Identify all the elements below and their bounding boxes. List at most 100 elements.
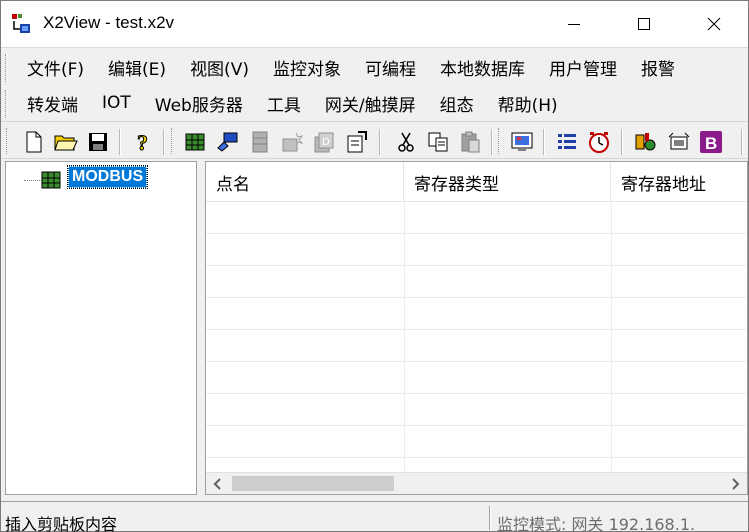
status-bar: 插入剪贴板内容 监控模式: 网关 192.168.1. (1, 501, 748, 532)
chevron-left-icon (213, 477, 221, 490)
table-row (206, 394, 747, 426)
new-file-icon (26, 131, 42, 153)
properties-icon (347, 131, 367, 153)
toolbar-separator (379, 129, 381, 155)
tree-node-modbus[interactable]: MODBUS (66, 165, 149, 189)
device-spark-icon (282, 132, 303, 152)
config-button[interactable] (666, 129, 692, 155)
title-bar: X2View - test.x2v (1, 1, 748, 47)
maximize-button[interactable] (609, 1, 679, 47)
toolbar-grip[interactable] (171, 128, 174, 154)
menu-alarm[interactable]: 报警 (629, 55, 687, 80)
menu-programmable[interactable]: 可编程 (353, 55, 428, 80)
menu-help[interactable]: 帮助(H) (486, 91, 570, 116)
svg-text:?: ? (137, 131, 148, 153)
status-message: 插入剪贴板内容 (5, 515, 118, 532)
column-header-point-name[interactable]: 点名 (206, 162, 404, 202)
table-row (206, 426, 747, 458)
device-tree[interactable]: MODBUS (5, 161, 197, 495)
tools-button[interactable] (633, 129, 659, 155)
modbus-device-icon (40, 170, 62, 190)
maximize-icon (638, 18, 650, 30)
device-spark-button[interactable] (279, 129, 305, 155)
table-row (206, 330, 747, 362)
status-divider (489, 506, 491, 530)
cut-icon (398, 132, 414, 152)
monitor-icon (511, 132, 533, 151)
paste-button[interactable] (457, 129, 483, 155)
help-button[interactable]: ? (131, 129, 157, 155)
menu-forwarder[interactable]: 转发端 (15, 91, 90, 116)
scroll-left-button[interactable] (206, 473, 230, 494)
menu-file[interactable]: 文件(F) (15, 55, 96, 80)
horizontal-scrollbar[interactable] (206, 472, 747, 494)
device-button[interactable] (247, 129, 273, 155)
menu-gateway-touchscreen[interactable]: 网关/触摸屏 (313, 91, 428, 116)
toolbar-separator (163, 129, 165, 155)
toolbar-separator (119, 129, 121, 155)
cut-button[interactable] (393, 129, 419, 155)
clock-icon (589, 132, 609, 153)
menu-view[interactable]: 视图(V) (178, 55, 261, 80)
minimize-button[interactable] (539, 1, 609, 47)
scroll-thumb[interactable] (232, 476, 394, 491)
grid-column-line (611, 202, 612, 472)
bold-b-button[interactable]: B (698, 129, 724, 155)
column-header-register-type[interactable]: 寄存器类型 (404, 162, 611, 202)
grid-column-line (404, 202, 405, 472)
table-row (206, 298, 747, 330)
column-header-register-address[interactable]: 寄存器地址 (611, 162, 747, 202)
properties-button[interactable] (344, 129, 370, 155)
menu-user-management[interactable]: 用户管理 (537, 55, 629, 80)
open-button[interactable] (53, 129, 79, 155)
menu-tools[interactable]: 工具 (255, 91, 313, 116)
open-folder-icon (54, 135, 78, 151)
database-icon (185, 133, 205, 151)
bold-b-icon: B (700, 131, 722, 153)
close-icon (707, 17, 721, 31)
connect-button[interactable] (214, 129, 240, 155)
monitor-button[interactable] (509, 129, 535, 155)
status-monitor-mode: 监控模式: 网关 192.168.1. (497, 515, 696, 532)
pane-splitter[interactable] (197, 161, 205, 495)
window-title: X2View - test.x2v (43, 13, 175, 32)
paste-icon (461, 131, 480, 153)
device-gray-icon (252, 131, 268, 153)
save-button[interactable] (85, 129, 111, 155)
menu-scada[interactable]: 组态 (428, 91, 486, 116)
points-table[interactable]: 点名 寄存器类型 寄存器地址 (205, 161, 748, 495)
menu-web-server[interactable]: Web服务器 (143, 91, 255, 116)
scroll-right-button[interactable] (723, 473, 747, 494)
menu-edit[interactable]: 编辑(E) (96, 55, 178, 80)
toolbar-separator (543, 129, 545, 155)
clock-button[interactable] (586, 129, 612, 155)
config-icon (668, 132, 690, 150)
app-window: X2View - test.x2v 文件(F) 编辑(E) 视图(V) 监控对象… (0, 0, 749, 532)
menu-grip[interactable] (5, 90, 8, 118)
menu-row-1: 文件(F) 编辑(E) 视图(V) 监控对象 可编程 本地数据库 用户管理 报警 (15, 50, 687, 84)
device-d-button[interactable]: D (311, 129, 337, 155)
menu-local-database[interactable]: 本地数据库 (428, 55, 537, 80)
new-file-button[interactable] (21, 129, 47, 155)
toolbar-grip[interactable] (498, 128, 501, 154)
table-row (206, 202, 747, 234)
toolbar-separator (491, 129, 493, 155)
list-icon (558, 134, 576, 149)
table-row (206, 266, 747, 298)
help-icon: ? (137, 131, 149, 153)
toolbar-grip[interactable] (6, 128, 9, 154)
svg-text:B: B (705, 134, 717, 153)
copy-button[interactable] (425, 129, 451, 155)
list-button[interactable] (554, 129, 580, 155)
table-header: 点名 寄存器类型 寄存器地址 (206, 162, 747, 202)
close-button[interactable] (679, 1, 749, 47)
menu-monitor-objects[interactable]: 监控对象 (261, 55, 353, 80)
menu-iot[interactable]: IOT (90, 93, 143, 113)
menu-bar: 文件(F) 编辑(E) 视图(V) 监控对象 可编程 本地数据库 用户管理 报警… (1, 47, 748, 121)
database-button[interactable] (182, 129, 208, 155)
minimize-icon (568, 24, 580, 25)
menu-grip[interactable] (5, 54, 8, 82)
table-row (206, 362, 747, 394)
save-icon (89, 133, 107, 151)
app-logo-icon (11, 13, 33, 35)
